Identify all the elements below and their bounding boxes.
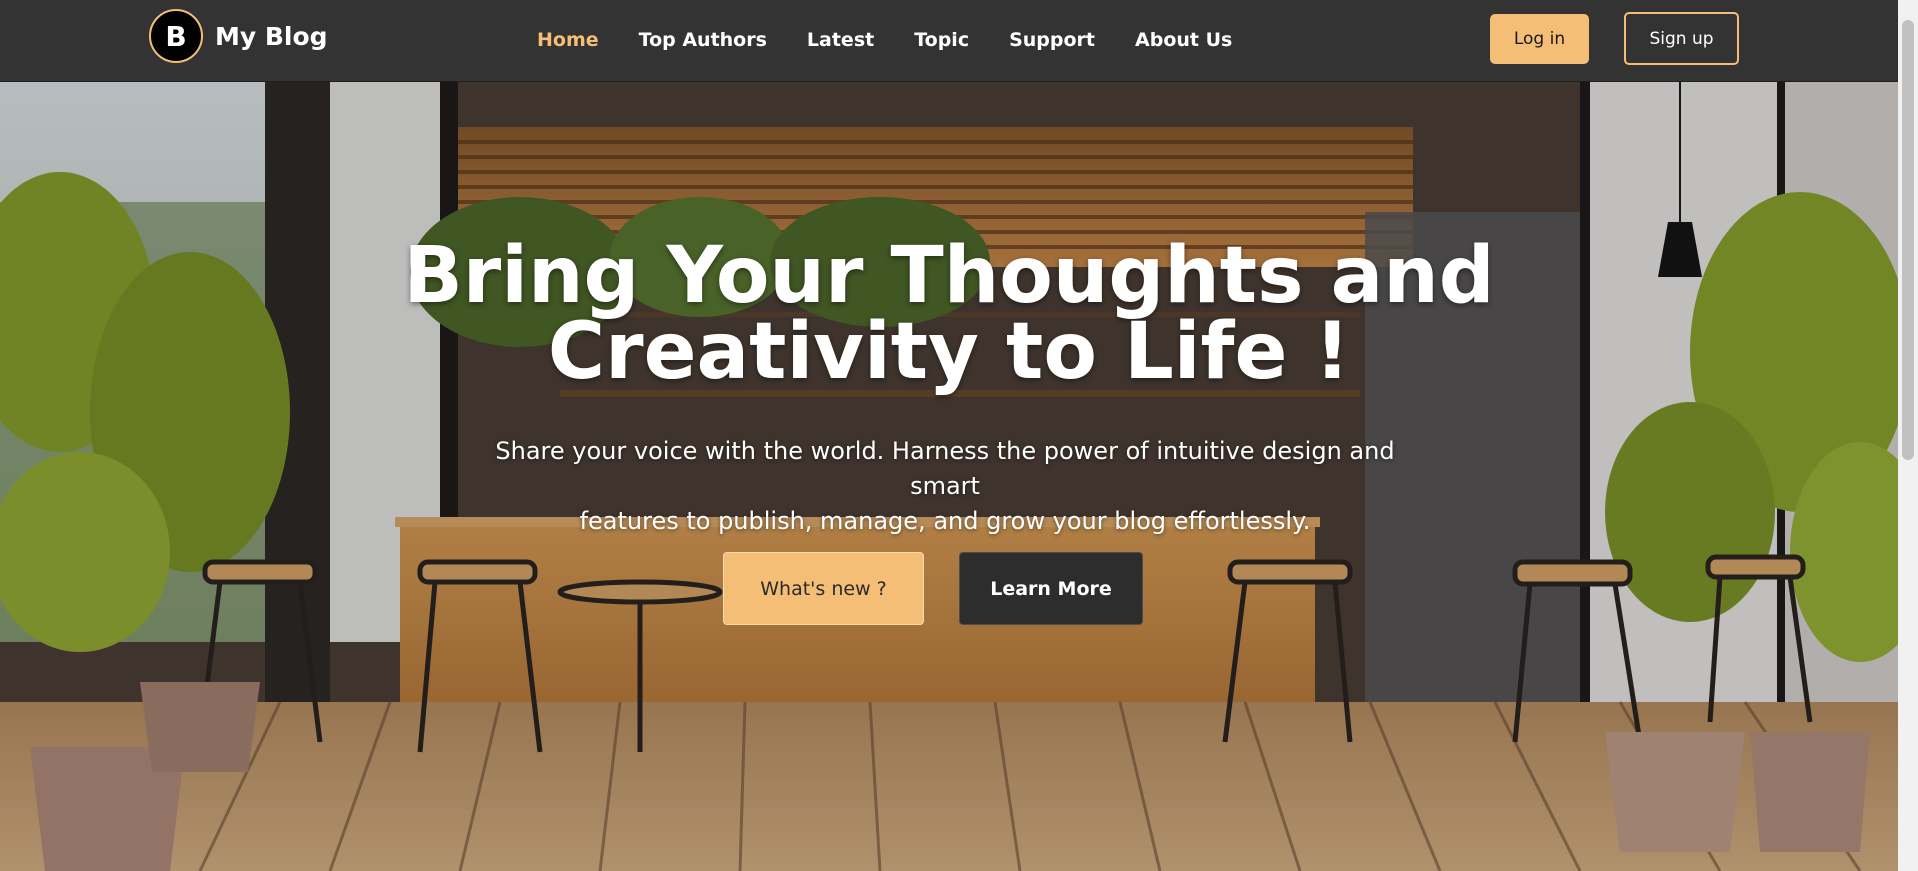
main-nav: Home Top Authors Latest Topic Support Ab… bbox=[537, 27, 1272, 53]
brand[interactable]: B My Blog bbox=[149, 9, 328, 63]
scrollbar-thumb[interactable] bbox=[1902, 20, 1914, 460]
nav-item-topic[interactable]: Topic bbox=[914, 27, 969, 53]
hero-subtitle: Share your voice with the world. Harness… bbox=[490, 434, 1400, 539]
letter-b-logo-icon: B bbox=[149, 9, 203, 63]
nav-item-home[interactable]: Home bbox=[537, 27, 599, 53]
brand-name: My Blog bbox=[215, 21, 328, 51]
hero-subtitle-line-2: features to publish, manage, and grow yo… bbox=[579, 507, 1311, 535]
learn-more-button[interactable]: Learn More bbox=[959, 552, 1143, 625]
hero-subtitle-line-1: Share your voice with the world. Harness… bbox=[495, 437, 1395, 500]
hero-headline: Bring Your Thoughts and Creativity to Li… bbox=[0, 237, 1898, 391]
hero-section: Bring Your Thoughts and Creativity to Li… bbox=[0, 82, 1898, 871]
nav-item-support[interactable]: Support bbox=[1009, 27, 1095, 53]
nav-item-latest[interactable]: Latest bbox=[807, 27, 874, 53]
page-scrollbar[interactable] bbox=[1898, 0, 1918, 871]
nav-item-about-us[interactable]: About Us bbox=[1135, 27, 1232, 53]
hero-headline-line-2: Creativity to Life ! bbox=[547, 307, 1351, 397]
signup-button[interactable]: Sign up bbox=[1624, 12, 1739, 65]
nav-item-top-authors[interactable]: Top Authors bbox=[639, 27, 767, 53]
whats-new-button[interactable]: What's new ? bbox=[723, 552, 924, 625]
top-navbar: B My Blog Home Top Authors Latest Topic … bbox=[0, 0, 1898, 82]
login-button[interactable]: Log in bbox=[1490, 14, 1589, 64]
